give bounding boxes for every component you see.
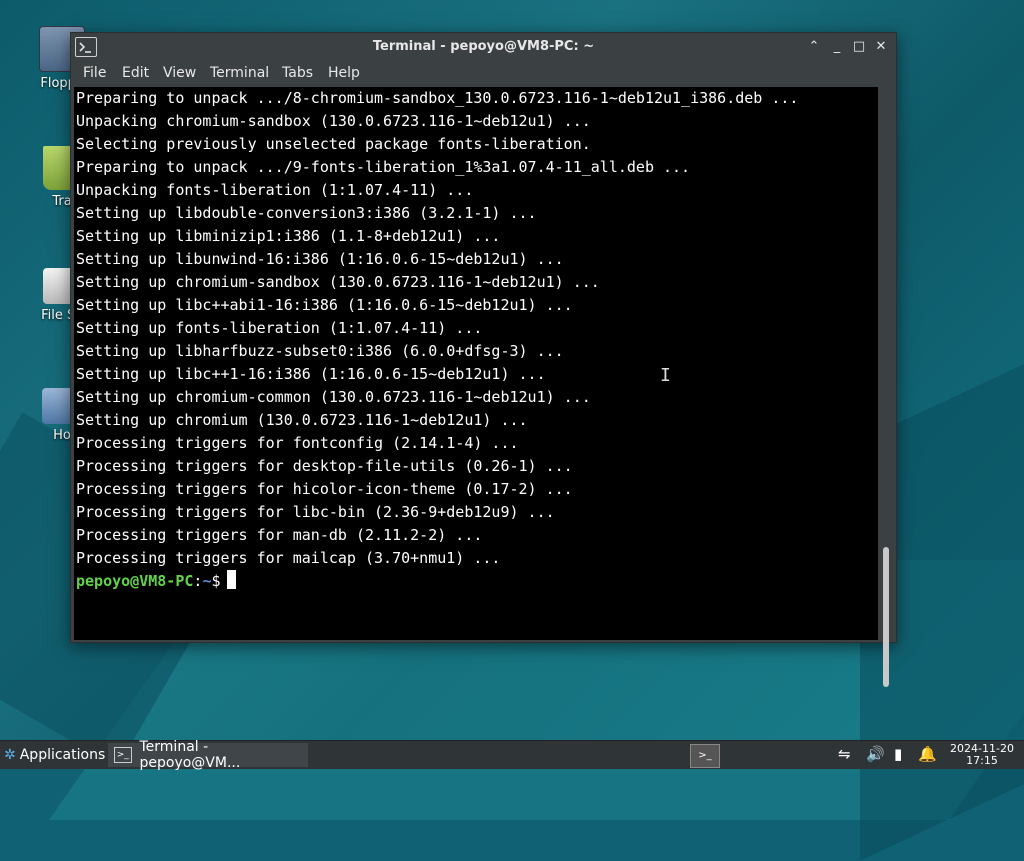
terminal-output[interactable]: Preparing to unpack .../8-chromium-sandb… <box>74 87 878 640</box>
volume-icon[interactable]: 🔊 <box>866 745 885 763</box>
minimize-button[interactable]: _ <box>828 38 846 56</box>
terminal-line: Setting up libc++1-16:i386 (1:16.0.6-15~… <box>76 365 546 383</box>
applications-label: Applications <box>19 747 106 763</box>
battery-icon[interactable]: ▮ <box>894 745 902 763</box>
terminal-line: Setting up libunwind-16:i386 (1:16.0.6-1… <box>76 250 564 268</box>
window-title: Terminal - pepoyo@VM8-PC: ~ <box>372 39 595 54</box>
menu-help[interactable]: Help <box>328 65 360 81</box>
terminal-line: Setting up fonts-liberation (1:1.07.4-11… <box>76 319 483 337</box>
terminal-line: Setting up libminizip1:i386 (1.1-8+deb12… <box>76 227 501 245</box>
prompt-user-host: pepoyo@VM8-PC <box>76 572 194 590</box>
clock[interactable]: 2024-11-20 17:15 <box>940 743 1024 767</box>
network-icon[interactable]: ⇋ <box>838 745 851 763</box>
terminal-line: Setting up chromium (130.0.6723.116-1~de… <box>76 411 528 429</box>
xfce-logo-icon: ✲ <box>4 747 16 763</box>
close-button[interactable]: ✕ <box>872 38 890 56</box>
scrollbar-thumb[interactable] <box>883 547 889 687</box>
terminal-line: Setting up chromium-sandbox (130.0.6723.… <box>76 273 600 291</box>
terminal-line: Processing triggers for fontconfig (2.14… <box>76 434 519 452</box>
terminal-line: Setting up libharfbuzz-subset0:i386 (6.0… <box>76 342 564 360</box>
terminal-line: Unpacking fonts-liberation (1:1.07.4-11)… <box>76 181 474 199</box>
terminal-line: Processing triggers for man-db (2.11.2-2… <box>76 526 483 544</box>
terminal-line: Preparing to unpack .../9-fonts-liberati… <box>76 158 691 176</box>
menu-tabs[interactable]: Tabs <box>282 65 313 81</box>
terminal-line: Preparing to unpack .../8-chromium-sandb… <box>76 89 799 107</box>
terminal-line: Setting up libdouble-conversion3:i386 (3… <box>76 204 537 222</box>
menu-file[interactable]: File <box>83 65 106 81</box>
terminal-task-icon: >_ <box>114 747 132 763</box>
terminal-line: Setting up chromium-common (130.0.6723.1… <box>76 388 591 406</box>
terminal-line: Selecting previously unselected package … <box>76 135 591 153</box>
maximize-button[interactable]: □ <box>850 38 868 56</box>
clock-time: 17:15 <box>966 754 998 767</box>
workspace-terminal-icon: >_ <box>698 750 712 761</box>
terminal-window[interactable]: Terminal - pepoyo@VM8-PC: ~ ⌃ _ □ ✕ File… <box>70 32 897 687</box>
terminal-line: Processing triggers for desktop-file-uti… <box>76 457 573 475</box>
menu-view[interactable]: View <box>163 65 196 81</box>
task-label: Terminal - pepoyo@VM... <box>139 739 241 771</box>
terminal-line: Processing triggers for mailcap (3.70+nm… <box>76 549 501 567</box>
roll-up-button[interactable]: ⌃ <box>805 38 823 56</box>
prompt-symbol: $ <box>211 572 221 590</box>
text-cursor <box>226 570 236 589</box>
menu-edit[interactable]: Edit <box>122 65 149 81</box>
menu-bar: File Edit View Terminal Tabs Help <box>71 61 896 85</box>
terminal-scrollbar[interactable] <box>879 87 893 687</box>
ibeam-cursor-icon: I <box>660 365 671 386</box>
window-titlebar[interactable]: Terminal - pepoyo@VM8-PC: ~ ⌃ _ □ ✕ <box>71 33 896 61</box>
workspace-switcher[interactable]: >_ <box>690 744 720 768</box>
terminal-line: Unpacking chromium-sandbox (130.0.6723.1… <box>76 112 591 130</box>
terminal-prompt-line: pepoyo@VM8-PC:~$ <box>76 570 236 593</box>
notification-bell-icon[interactable]: 🔔 <box>918 745 937 763</box>
terminal-line: Processing triggers for hicolor-icon-the… <box>76 480 573 498</box>
taskbar-task-terminal[interactable]: >_ Terminal - pepoyo@VM... <box>108 739 308 771</box>
applications-menu-button[interactable]: ✲ Applications ⋮ <box>0 741 123 769</box>
terminal-line: Setting up libc++abi1-16:i386 (1:16.0.6-… <box>76 296 573 314</box>
taskbar: ✲ Applications ⋮ >_ Terminal - pepoyo@VM… <box>0 739 1024 771</box>
menu-terminal[interactable]: Terminal <box>210 65 269 81</box>
terminal-line: Processing triggers for libc-bin (2.36-9… <box>76 503 555 521</box>
